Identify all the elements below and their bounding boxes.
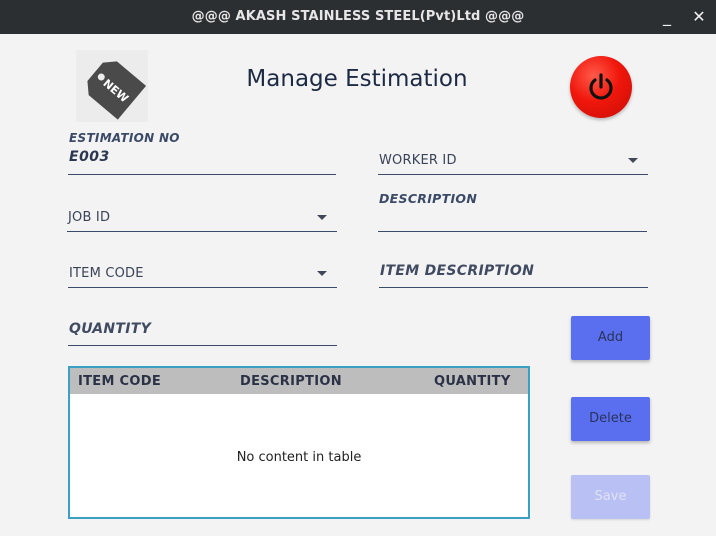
job-id-combo[interactable]: JOB ID — [67, 204, 337, 232]
page-title: Manage Estimation — [246, 66, 468, 92]
estimation-no-value[interactable]: E003 — [69, 149, 110, 165]
worker-id-combo[interactable]: WORKER ID — [378, 147, 648, 175]
save-button[interactable]: Save — [571, 475, 650, 519]
estimation-no-label: ESTIMATION NO — [69, 131, 180, 145]
power-icon — [589, 73, 613, 100]
quantity-field[interactable]: QUANTITY — [68, 315, 337, 346]
chevron-down-icon — [317, 271, 327, 276]
main-window: NEW Manage Estimation ESTIMATION NO E003… — [0, 34, 716, 536]
minimize-button[interactable]: _ — [656, 6, 678, 28]
item-code-combo[interactable]: ITEM CODE — [68, 260, 337, 288]
column-header-quantity[interactable]: QUANTITY — [434, 374, 511, 389]
window-title: @@@ AKASH STAINLESS STEEL(Pvt)Ltd @@@ — [191, 9, 525, 24]
job-id-prompt: JOB ID — [68, 210, 111, 225]
close-window-button[interactable]: ✕ — [688, 6, 710, 28]
chevron-down-icon — [317, 215, 327, 220]
table-placeholder: No content in table — [236, 450, 362, 465]
description-label: DESCRIPTION — [379, 191, 478, 206]
quantity-prompt: QUANTITY — [69, 321, 152, 337]
items-table[interactable]: ITEM CODE DESCRIPTION QUANTITY No conten… — [68, 366, 530, 519]
table-header: ITEM CODE DESCRIPTION QUANTITY — [70, 368, 528, 394]
title-bar: @@@ AKASH STAINLESS STEEL(Pvt)Ltd @@@ _ … — [0, 0, 716, 34]
column-header-description[interactable]: DESCRIPTION — [240, 374, 342, 389]
description-field[interactable]: DESCRIPTION — [378, 189, 647, 232]
delete-button[interactable]: Delete — [571, 397, 650, 441]
new-tag-icon: NEW — [76, 50, 148, 122]
estimation-no-field[interactable]: ESTIMATION NO E003 — [68, 130, 336, 175]
add-button[interactable]: Add — [571, 316, 650, 360]
chevron-down-icon — [628, 158, 638, 163]
item-description-field[interactable]: ITEM DESCRIPTION — [379, 258, 648, 288]
item-code-prompt: ITEM CODE — [69, 266, 144, 281]
power-button[interactable] — [570, 56, 632, 118]
item-description-prompt: ITEM DESCRIPTION — [380, 263, 535, 279]
worker-id-prompt: WORKER ID — [379, 153, 457, 168]
column-header-item-code[interactable]: ITEM CODE — [78, 374, 161, 389]
